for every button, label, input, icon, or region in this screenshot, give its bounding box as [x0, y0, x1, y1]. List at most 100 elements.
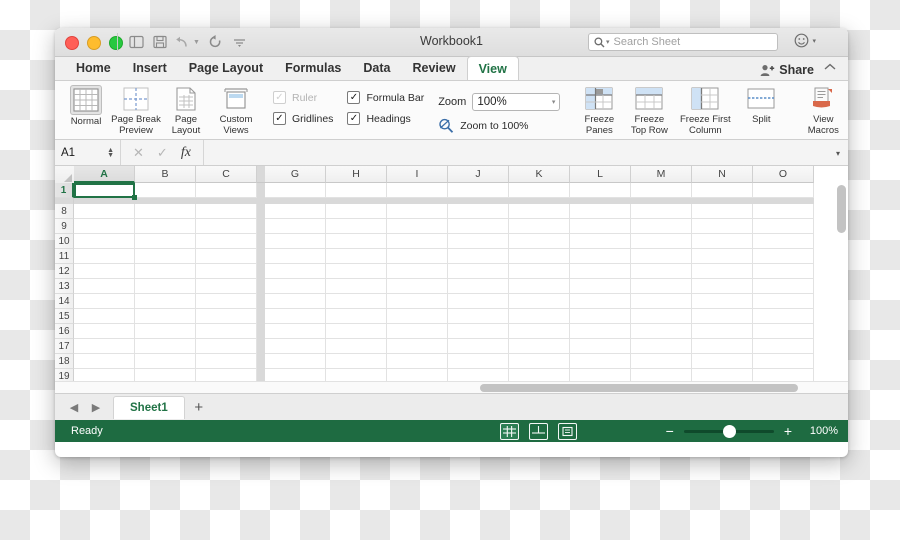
cell-A11[interactable]	[74, 249, 135, 264]
row-header-18[interactable]: 18	[55, 354, 74, 369]
cell-J12[interactable]	[448, 264, 509, 279]
emoji-button[interactable]: ▾	[794, 33, 816, 48]
cell-J18[interactable]	[448, 354, 509, 369]
cell-J11[interactable]	[448, 249, 509, 264]
cell-N8[interactable]	[692, 204, 753, 219]
cell-B11[interactable]	[135, 249, 196, 264]
formula-confirm-button[interactable]: ✓	[157, 145, 168, 161]
cell-G14[interactable]	[265, 294, 326, 309]
zoom-slider-handle[interactable]	[722, 424, 736, 438]
cell-C1[interactable]	[196, 183, 257, 198]
cell-O9[interactable]	[753, 219, 814, 234]
column-header-k[interactable]: K	[509, 166, 570, 183]
cell-O13[interactable]	[753, 279, 814, 294]
cell-L11[interactable]	[570, 249, 631, 264]
cell-C11[interactable]	[196, 249, 257, 264]
cell-M12[interactable]	[631, 264, 692, 279]
cell-O11[interactable]	[753, 249, 814, 264]
cell-K10[interactable]	[509, 234, 570, 249]
cell-A12[interactable]	[74, 264, 135, 279]
column-header-o[interactable]: O	[753, 166, 814, 183]
cell-B17[interactable]	[135, 339, 196, 354]
cell-L9[interactable]	[570, 219, 631, 234]
cell-J13[interactable]	[448, 279, 509, 294]
row-header-12[interactable]: 12	[55, 264, 74, 279]
cell-H8[interactable]	[326, 204, 387, 219]
hidden-columns-divider[interactable]	[257, 166, 265, 183]
cell-C18[interactable]	[196, 354, 257, 369]
ribbon-button-page-layout[interactable]: Page Layout	[161, 85, 211, 136]
column-header-c[interactable]: C	[196, 166, 257, 183]
cell-I16[interactable]	[387, 324, 448, 339]
cell-J16[interactable]	[448, 324, 509, 339]
vertical-scrollbar[interactable]	[837, 185, 846, 385]
formula-input[interactable]	[202, 140, 848, 165]
cell-B15[interactable]	[135, 309, 196, 324]
cell-H14[interactable]	[326, 294, 387, 309]
cell-G9[interactable]	[265, 219, 326, 234]
cell-H18[interactable]	[326, 354, 387, 369]
cell-M13[interactable]	[631, 279, 692, 294]
cell-G11[interactable]	[265, 249, 326, 264]
add-sheet-button[interactable]: +	[185, 399, 213, 416]
cell-J1[interactable]	[448, 183, 509, 198]
cell-A16[interactable]	[74, 324, 135, 339]
row-header-16[interactable]: 16	[55, 324, 74, 339]
row-header-15[interactable]: 15	[55, 309, 74, 324]
cell-A18[interactable]	[74, 354, 135, 369]
cell-I15[interactable]	[387, 309, 448, 324]
cell-H17[interactable]	[326, 339, 387, 354]
cell-G1[interactable]	[265, 183, 326, 198]
cell-M17[interactable]	[631, 339, 692, 354]
cell-M15[interactable]	[631, 309, 692, 324]
sheet-prev-icon[interactable]: ◀	[63, 401, 85, 414]
cell-C12[interactable]	[196, 264, 257, 279]
select-all-corner[interactable]	[55, 166, 75, 184]
cell-O16[interactable]	[753, 324, 814, 339]
cell-M1[interactable]	[631, 183, 692, 198]
cell-A15[interactable]	[74, 309, 135, 324]
cell-L8[interactable]	[570, 204, 631, 219]
cell-L10[interactable]	[570, 234, 631, 249]
cell-N10[interactable]	[692, 234, 753, 249]
row-header-1[interactable]: 1	[55, 183, 74, 198]
cell-G18[interactable]	[265, 354, 326, 369]
row-header-14[interactable]: 14	[55, 294, 74, 309]
cell-L12[interactable]	[570, 264, 631, 279]
cell-K15[interactable]	[509, 309, 570, 324]
tab-home[interactable]: Home	[65, 56, 122, 80]
cell-A9[interactable]	[74, 219, 135, 234]
cell-O18[interactable]	[753, 354, 814, 369]
cell-G12[interactable]	[265, 264, 326, 279]
cell-K17[interactable]	[509, 339, 570, 354]
cell-O15[interactable]	[753, 309, 814, 324]
cell-J9[interactable]	[448, 219, 509, 234]
column-header-n[interactable]: N	[692, 166, 753, 183]
cell-J14[interactable]	[448, 294, 509, 309]
cell-M9[interactable]	[631, 219, 692, 234]
cell-G8[interactable]	[265, 204, 326, 219]
vertical-scrollbar-thumb[interactable]	[837, 185, 846, 233]
cell-L1[interactable]	[570, 183, 631, 198]
column-header-m[interactable]: M	[631, 166, 692, 183]
column-header-a[interactable]: A	[74, 166, 135, 183]
horizontal-scrollbar[interactable]	[55, 381, 848, 393]
row-header-10[interactable]: 10	[55, 234, 74, 249]
ribbon-button-custom-views[interactable]: Custom Views	[211, 85, 261, 136]
cell-K13[interactable]	[509, 279, 570, 294]
sheet-tab-sheet1[interactable]: Sheet1	[113, 395, 185, 419]
checkbox-formula-bar[interactable]: ✓ Formula Bar	[347, 91, 424, 104]
column-header-j[interactable]: J	[448, 166, 509, 183]
ribbon-button-normal[interactable]: Normal	[61, 85, 111, 128]
column-header-l[interactable]: L	[570, 166, 631, 183]
tab-page-layout[interactable]: Page Layout	[178, 56, 274, 80]
column-header-g[interactable]: G	[265, 166, 326, 183]
search-sheet-field[interactable]: ▾ Search Sheet	[588, 33, 778, 51]
tab-review[interactable]: Review	[401, 56, 466, 80]
fill-handle[interactable]	[132, 195, 137, 200]
cell-N17[interactable]	[692, 339, 753, 354]
tab-insert[interactable]: Insert	[122, 56, 178, 80]
cell-O10[interactable]	[753, 234, 814, 249]
cell-M10[interactable]	[631, 234, 692, 249]
page-break-view-icon[interactable]	[558, 422, 577, 440]
